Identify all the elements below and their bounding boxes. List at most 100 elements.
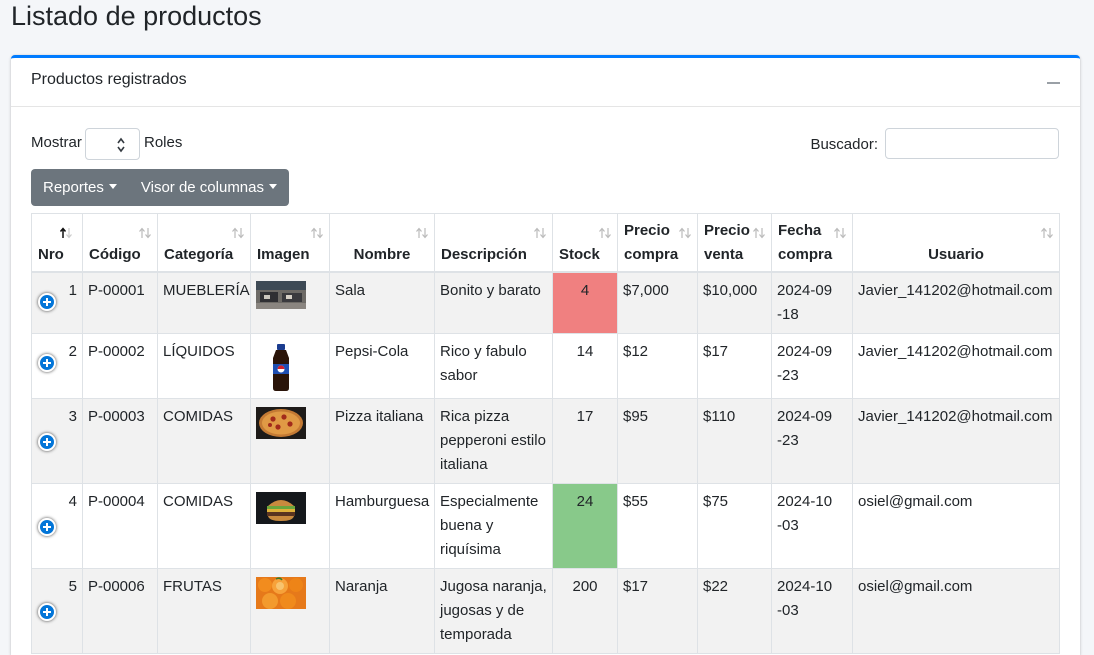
cell-fecha: 2024-10-03: [771, 482, 853, 569]
expand-row-plus-icon[interactable]: [38, 602, 56, 621]
column-header-nro[interactable]: Nro: [31, 213, 83, 273]
cell-categoria: COMIDAS: [157, 482, 251, 569]
cell-categoria: MUEBLERÍA: [157, 271, 251, 334]
cell-text: 2024-10-03: [777, 577, 833, 619]
column-header-precio-compra[interactable]: Precio compra: [617, 213, 698, 273]
column-visibility-button[interactable]: Visor de columnas: [128, 169, 289, 206]
column-header-descripcion[interactable]: Descripción: [434, 213, 553, 273]
column-header-stock[interactable]: Stock: [552, 213, 618, 273]
cell-usuario: Javier_141202@hotmail.com: [852, 332, 1060, 399]
column-header-usuario[interactable]: Usuario: [852, 213, 1060, 273]
cell-text: 2024-09-18: [777, 281, 833, 323]
products-table-wrapper: Nro Código Categoría Imagen Nombre Descr…: [31, 213, 1060, 654]
cell-stock: 17: [552, 397, 618, 484]
column-visibility-label: Visor de columnas: [140, 179, 264, 196]
page-length-select[interactable]: [85, 128, 140, 160]
minus-icon: [1047, 82, 1060, 84]
cell-text: Rica pizza pepperoni estilo italiana: [440, 407, 546, 473]
cell-stock: 200: [552, 567, 618, 654]
cell-categoria: FRUTAS: [157, 567, 251, 654]
cell-usuario: osiel@gmail.com: [852, 567, 1060, 654]
table-controls: Mostrar Roles Buscador:: [31, 128, 1059, 162]
cell-precio-venta: $17: [697, 332, 772, 399]
column-header-label: Stock: [559, 245, 600, 263]
cell-fecha: 2024-09-23: [771, 397, 853, 484]
cell-text: P-00002: [88, 342, 145, 360]
column-header-codigo[interactable]: Código: [82, 213, 158, 273]
page-title: Listado de productos: [11, 1, 262, 31]
cell-descripcion: Jugosa naranja, jugosas y de temporada: [434, 567, 553, 654]
column-header-fecha-compra[interactable]: Fecha compra: [771, 213, 853, 273]
column-header-label: Nombre: [353, 245, 411, 263]
cell-descripcion: Bonito y barato: [434, 271, 553, 334]
cell-text: $22: [703, 577, 729, 595]
table-row[interactable]: 2 P-00002 LÍQUIDOS Pepsi-Cola Rico y fabulo …: [31, 332, 1060, 399]
table-row[interactable]: 3 P-00003 COMIDAS Pizza italiana Rica pizza …: [31, 397, 1060, 484]
expand-row-plus-icon[interactable]: [38, 292, 56, 311]
cell-fecha: 2024-10-03: [771, 567, 853, 654]
cell-nombre: Pizza italiana: [329, 397, 435, 484]
table-body: 1 P-00001 MUEBLERÍA Sala Bonito y barato 4 $7,…: [31, 271, 1060, 654]
cell-nombre: Naranja: [329, 567, 435, 654]
column-header-label: Usuario: [928, 245, 984, 263]
cell-text: $10,000: [703, 281, 758, 299]
reports-button[interactable]: Reportes: [31, 169, 129, 206]
table-row[interactable]: 4 P-00004 COMIDAS Hamburguesa Especialmente …: [31, 482, 1060, 569]
cell-imagen: [250, 271, 330, 334]
cell-text: COMIDAS: [163, 407, 234, 425]
cell-text: 5: [68, 577, 77, 595]
roles-label: Roles: [144, 134, 183, 151]
cell-nro: 1: [31, 271, 83, 334]
cell-text: 4: [68, 492, 77, 510]
cell-codigo: P-00002: [82, 332, 158, 399]
expand-row-plus-icon[interactable]: [38, 353, 56, 372]
search-input[interactable]: [885, 128, 1059, 159]
cell-text: P-00003: [88, 407, 145, 425]
cell-precio-venta: $22: [697, 567, 772, 654]
cell-text: FRUTAS: [163, 577, 222, 595]
cell-stock: 24: [552, 482, 618, 569]
column-header-label: compra: [778, 245, 833, 263]
table-row[interactable]: 5 P-00006 FRUTAS Naranja Jugosa naranja, jug…: [31, 567, 1060, 654]
cell-text: osiel@gmail.com: [858, 577, 973, 595]
cell-nro: 5: [31, 567, 83, 654]
cell-text: 2024-09-23: [777, 342, 833, 384]
cell-codigo: P-00004: [82, 482, 158, 569]
cell-text: $110: [703, 407, 736, 425]
cell-nombre: Hamburguesa: [329, 482, 435, 569]
cell-text: $17: [623, 577, 649, 595]
table-row[interactable]: 1 P-00001 MUEBLERÍA Sala Bonito y barato 4 $7,…: [31, 271, 1060, 334]
cell-text: $95: [623, 407, 649, 425]
column-header-categoria[interactable]: Categoría: [157, 213, 251, 273]
column-header-imagen[interactable]: Imagen: [250, 213, 330, 273]
products-table: Nro Código Categoría Imagen Nombre Descr…: [31, 213, 1060, 654]
cell-precio-venta: $75: [697, 482, 772, 569]
cell-text: $12: [623, 342, 649, 360]
expand-row-plus-icon[interactable]: [38, 517, 56, 536]
column-header-nombre[interactable]: Nombre: [329, 213, 435, 273]
cell-text: Javier_141202@hotmail.com: [858, 407, 1053, 425]
cell-precio-compra: $17: [617, 567, 698, 654]
cell-text: 200: [572, 577, 598, 595]
caret-down-icon: [269, 184, 277, 189]
cell-usuario: osiel@gmail.com: [852, 482, 1060, 569]
expand-row-plus-icon[interactable]: [38, 432, 56, 451]
cell-text: 2: [68, 342, 77, 360]
cell-text: P-00001: [88, 281, 145, 299]
cell-descripcion: Rica pizza pepperoni estilo italiana: [434, 397, 553, 484]
column-header-label: Nro: [38, 245, 64, 263]
cell-imagen: [250, 397, 330, 484]
sort-icon: [679, 227, 691, 239]
column-header-precio-venta[interactable]: Precio venta: [697, 213, 772, 273]
cell-stock: 14: [552, 332, 618, 399]
column-header-label: Fecha: [778, 221, 822, 239]
cell-text: 14: [576, 342, 594, 360]
cell-fecha: 2024-09-23: [771, 332, 853, 399]
cell-precio-venta: $10,000: [697, 271, 772, 334]
cell-usuario: Javier_141202@hotmail.com: [852, 397, 1060, 484]
column-header-label: Precio: [624, 221, 670, 239]
cell-text: Bonito y barato: [440, 281, 541, 299]
burger-image: [256, 491, 306, 524]
cell-text: $17: [703, 342, 729, 360]
cell-nro: 2: [31, 332, 83, 399]
